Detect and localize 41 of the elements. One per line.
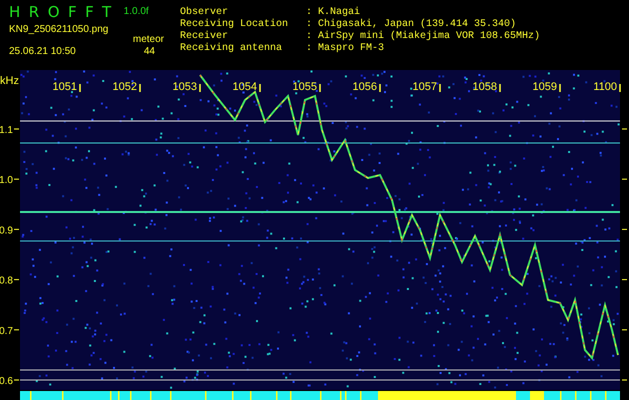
info-value: K.Nagai [318, 7, 360, 18]
separator-label: : [306, 43, 314, 55]
x-tick-label: 1053 [172, 81, 197, 93]
tick-mark [622, 279, 628, 280]
info-label: Receiving Location [180, 19, 290, 30]
x-tick-label: 1051 [52, 81, 77, 93]
axis-unit-label: kHz [0, 75, 19, 87]
info-value: Chigasaki, Japan (139.414 35.340) [318, 19, 516, 30]
tick-mark [622, 228, 628, 230]
x-tick-label: 1058 [472, 81, 497, 93]
tick-mark [14, 329, 20, 330]
y-tick-label: 1.1 [0, 125, 13, 136]
tick-mark [14, 279, 20, 280]
version-label: 1.0.0f [124, 7, 149, 17]
x-tick-label: 1056 [352, 81, 377, 93]
app-title: HROFFT [9, 5, 120, 20]
info-label: Receiving antenna [180, 43, 284, 55]
x-tick-label: 1059 [532, 81, 557, 93]
y-tick-label: 1.0 [0, 175, 13, 186]
filename-label: KN9_2506211050.png [9, 25, 108, 35]
separator-label: : [306, 7, 314, 19]
x-tick-label: 1100 [593, 81, 617, 93]
x-tick-label: 1052 [112, 81, 137, 93]
separator-label: : [306, 31, 314, 43]
count-label: meteor [132, 35, 164, 45]
tick-mark [14, 178, 20, 180]
info-label: Observer [180, 7, 230, 18]
tick-mark [14, 128, 20, 130]
tick-mark [14, 228, 20, 230]
info-value: AirSpy mini (Miakejima VOR 108.65MHz) [318, 31, 540, 43]
tick-mark [622, 178, 628, 180]
x-tick-label: 1055 [292, 81, 317, 93]
meteor-count: 44 [144, 47, 155, 57]
info-label: Receiver [180, 31, 230, 42]
x-tick-label: 1054 [232, 81, 257, 93]
separator-label: : [306, 19, 314, 31]
tick-mark [622, 329, 628, 330]
info-value: Maspro FM-3 [318, 43, 384, 55]
datetime-label: 25.06.21 10:50 [9, 47, 76, 57]
x-tick-label: 1057 [412, 81, 437, 93]
tick-mark [622, 128, 628, 130]
